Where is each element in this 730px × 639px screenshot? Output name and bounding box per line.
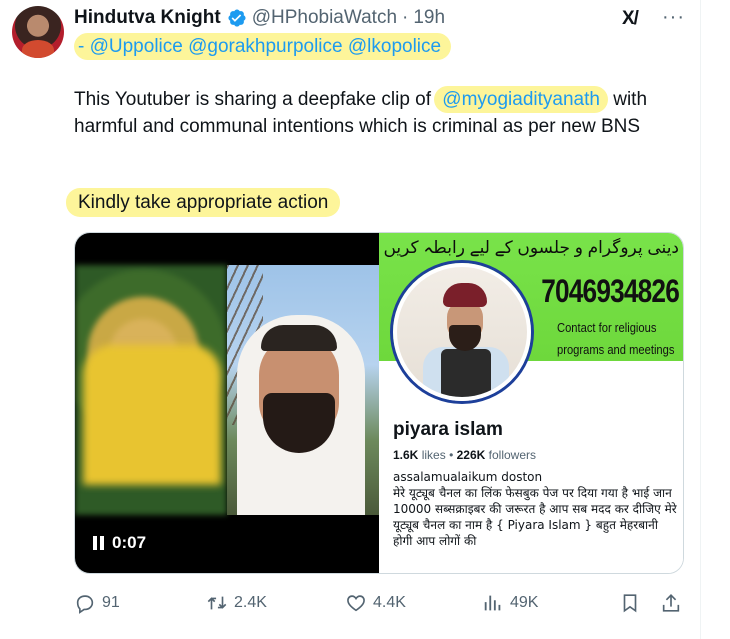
likes-count: 1.6K	[393, 448, 419, 462]
video-controls[interactable]: 0:07	[93, 533, 146, 553]
followers-count: 226K	[456, 448, 486, 462]
facebook-profile-screenshot: دینی پروگرام و جلسوں کے لیے رابطہ کریں 7…	[379, 233, 683, 573]
repost-icon	[207, 596, 227, 610]
bio-text: मेरे यूट्यूब चैनल का लिंक फेसबुक पेज पर …	[393, 486, 677, 548]
bookmark-icon	[623, 594, 637, 613]
media-attachment[interactable]: 0:07 دینی پروگرام و جلسوں کے لیے رابطہ ک…	[74, 232, 684, 574]
bio-greeting: assalamualaikum doston	[393, 470, 543, 484]
yogi-mention-link[interactable]: @myogiadityanath	[434, 86, 608, 113]
reply-button[interactable]: 91	[74, 592, 120, 614]
tweet-header: Hindutva Knight @HPhobiaWatch · 19h	[74, 5, 445, 31]
views-button[interactable]: 49K	[482, 592, 538, 614]
reply-count: 91	[102, 594, 120, 611]
action-request-line: Kindly take appropriate action	[66, 188, 341, 217]
repost-count: 2.4K	[234, 594, 267, 611]
blurred-person-body	[83, 345, 221, 485]
share-icon	[662, 594, 680, 612]
profile-name: piyara islam	[393, 419, 503, 440]
tweet-body: This Youtuber is sharing a deepfake clip…	[74, 86, 674, 140]
pause-icon[interactable]	[93, 536, 104, 550]
profile-bio: assalamualaikum doston मेरे यूट्यूब चैनल…	[393, 469, 679, 549]
grok-icon[interactable]: X/	[622, 8, 639, 30]
man-cap	[261, 325, 337, 351]
reply-icon	[76, 595, 94, 614]
separator-dot: ·	[402, 7, 409, 28]
mentions-line: - @Uppolice @gorakhpurpolice @lkopolice	[74, 33, 452, 60]
video-timestamp: 0:07	[112, 533, 147, 552]
more-options-icon[interactable]: ···	[662, 6, 685, 29]
action-request-text: Kindly take appropriate action	[66, 188, 341, 217]
bookmark-button[interactable]	[619, 592, 641, 614]
repost-button[interactable]: 2.4K	[206, 592, 267, 614]
author-avatar[interactable]	[12, 6, 64, 58]
column-divider	[700, 0, 701, 639]
author-handle[interactable]: @HPhobiaWatch	[252, 7, 397, 29]
video-frame-man	[227, 265, 379, 515]
police-mentions[interactable]: - @Uppolice @gorakhpurpolice @lkopolice	[74, 33, 452, 60]
heart-icon	[347, 595, 365, 612]
profile-stats: 1.6K likes • 226K followers	[393, 448, 536, 462]
verified-badge-icon[interactable]	[227, 8, 247, 28]
views-count: 49K	[510, 594, 539, 611]
like-button[interactable]: 4.4K	[345, 592, 406, 614]
like-count: 4.4K	[373, 594, 406, 611]
video-player[interactable]: 0:07	[75, 233, 379, 573]
profile-avatar	[393, 263, 531, 401]
tweet-timestamp[interactable]: 19h	[413, 7, 445, 29]
author-name[interactable]: Hindutva Knight	[74, 7, 221, 29]
banner-urdu-text: دینی پروگرام و جلسوں کے لیے رابطہ کریں	[383, 238, 679, 257]
followers-label: followers	[488, 448, 536, 462]
banner-contact-text: Contact for religious programs and meeti…	[557, 320, 675, 357]
likes-label: likes	[421, 448, 446, 462]
stats-separator: •	[449, 448, 457, 462]
avatar-turban	[443, 283, 487, 307]
share-button[interactable]	[660, 592, 682, 614]
body-text-part1: This Youtuber is sharing a deepfake clip…	[74, 89, 437, 110]
tweet-actions-bar: 91 2.4K 4.4K 49K	[74, 592, 686, 620]
avatar-vest	[441, 349, 491, 397]
views-chart-icon	[484, 595, 501, 611]
banner-phone-number: 7046934826	[541, 273, 680, 309]
